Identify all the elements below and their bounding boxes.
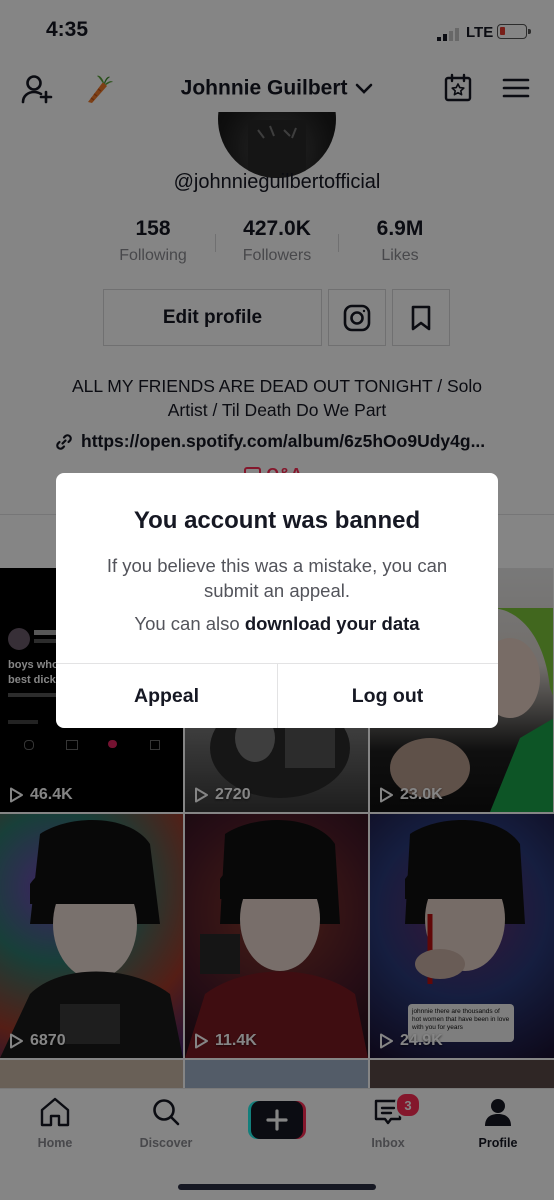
home-indicator[interactable] <box>178 1184 376 1190</box>
download-data-link[interactable]: download your data <box>245 613 420 634</box>
dialog-download-line: You can also download your data <box>76 613 478 635</box>
dialog-message: If you believe this was a mistake, you c… <box>106 555 448 601</box>
appeal-button[interactable]: Appeal <box>56 664 277 728</box>
logout-button[interactable]: Log out <box>277 664 498 728</box>
dialog-title: You account was banned <box>133 507 421 534</box>
dialog-download-prefix: You can also <box>134 613 245 634</box>
banned-dialog: You account was banned If you believe th… <box>56 473 498 728</box>
